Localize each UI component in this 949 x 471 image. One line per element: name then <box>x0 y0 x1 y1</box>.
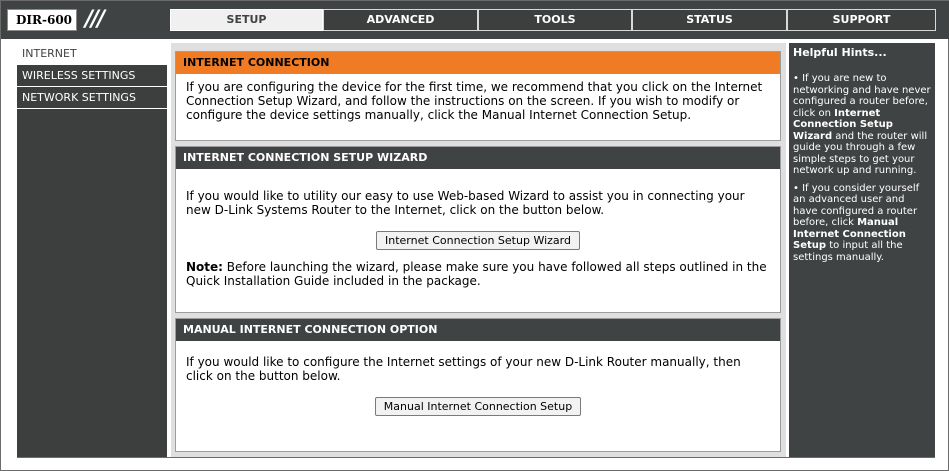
manual-connection-box: MANUAL INTERNET CONNECTION OPTION If you… <box>175 318 781 452</box>
brand-slashes-icon: /// <box>85 7 105 32</box>
wizard-note: Note: Before launching the wizard, pleas… <box>176 250 780 288</box>
main-content: INTERNET CONNECTION If you are configuri… <box>171 43 786 458</box>
setup-wizard-title: INTERNET CONNECTION SETUP WIZARD <box>176 147 780 169</box>
wizard-note-text: Before launching the wizard, please make… <box>186 260 767 288</box>
internet-connection-title: INTERNET CONNECTION <box>176 52 780 74</box>
internet-connection-box: INTERNET CONNECTION If you are configuri… <box>175 51 781 141</box>
tab-support[interactable]: SUPPORT <box>787 9 936 31</box>
manual-internet-connection-setup-button[interactable]: Manual Internet Connection Setup <box>374 397 582 416</box>
setup-wizard-text: If you would like to utility our easy to… <box>186 189 745 217</box>
sidebar-item-network-settings[interactable]: NETWORK SETTINGS <box>17 87 167 109</box>
helpful-hints-panel: Helpful Hints... • If you are new to net… <box>789 43 935 458</box>
router-admin-page: DIR-600 /// SETUP ADVANCED TOOLS STATUS … <box>0 0 949 471</box>
model-logo: DIR-600 <box>7 9 77 31</box>
hint-advanced-user: • If you consider yourself an advanced u… <box>793 182 920 263</box>
internet-connection-setup-wizard-button[interactable]: Internet Connection Setup Wizard <box>376 231 580 250</box>
tab-status[interactable]: STATUS <box>632 9 787 31</box>
hint-new-user: • If you are new to networking and have … <box>793 73 931 176</box>
setup-wizard-box: INTERNET CONNECTION SETUP WIZARD If you … <box>175 146 781 313</box>
tab-advanced[interactable]: ADVANCED <box>323 9 478 31</box>
manual-connection-title: MANUAL INTERNET CONNECTION OPTION <box>176 319 780 341</box>
wizard-note-label: Note: <box>186 260 223 274</box>
tab-tools[interactable]: TOOLS <box>478 9 632 31</box>
tab-setup[interactable]: SETUP <box>170 9 323 31</box>
manual-connection-button-row: Manual Internet Connection Setup <box>176 383 780 416</box>
sidebar-item-internet[interactable]: INTERNET <box>17 43 167 65</box>
sidebar-item-wireless-settings[interactable]: WIRELESS SETTINGS <box>17 65 167 87</box>
helpful-hints-title: Helpful Hints... <box>793 46 887 59</box>
internet-connection-text: If you are configuring the device for th… <box>186 80 763 122</box>
left-sidebar: INTERNET WIRELESS SETTINGS NETWORK SETTI… <box>17 43 167 458</box>
setup-wizard-button-row: Internet Connection Setup Wizard <box>176 217 780 250</box>
top-navigation-bar: DIR-600 /// SETUP ADVANCED TOOLS STATUS … <box>1 1 949 39</box>
manual-connection-text: If you would like to configure the Inter… <box>186 355 741 383</box>
bottom-divider <box>17 457 935 458</box>
